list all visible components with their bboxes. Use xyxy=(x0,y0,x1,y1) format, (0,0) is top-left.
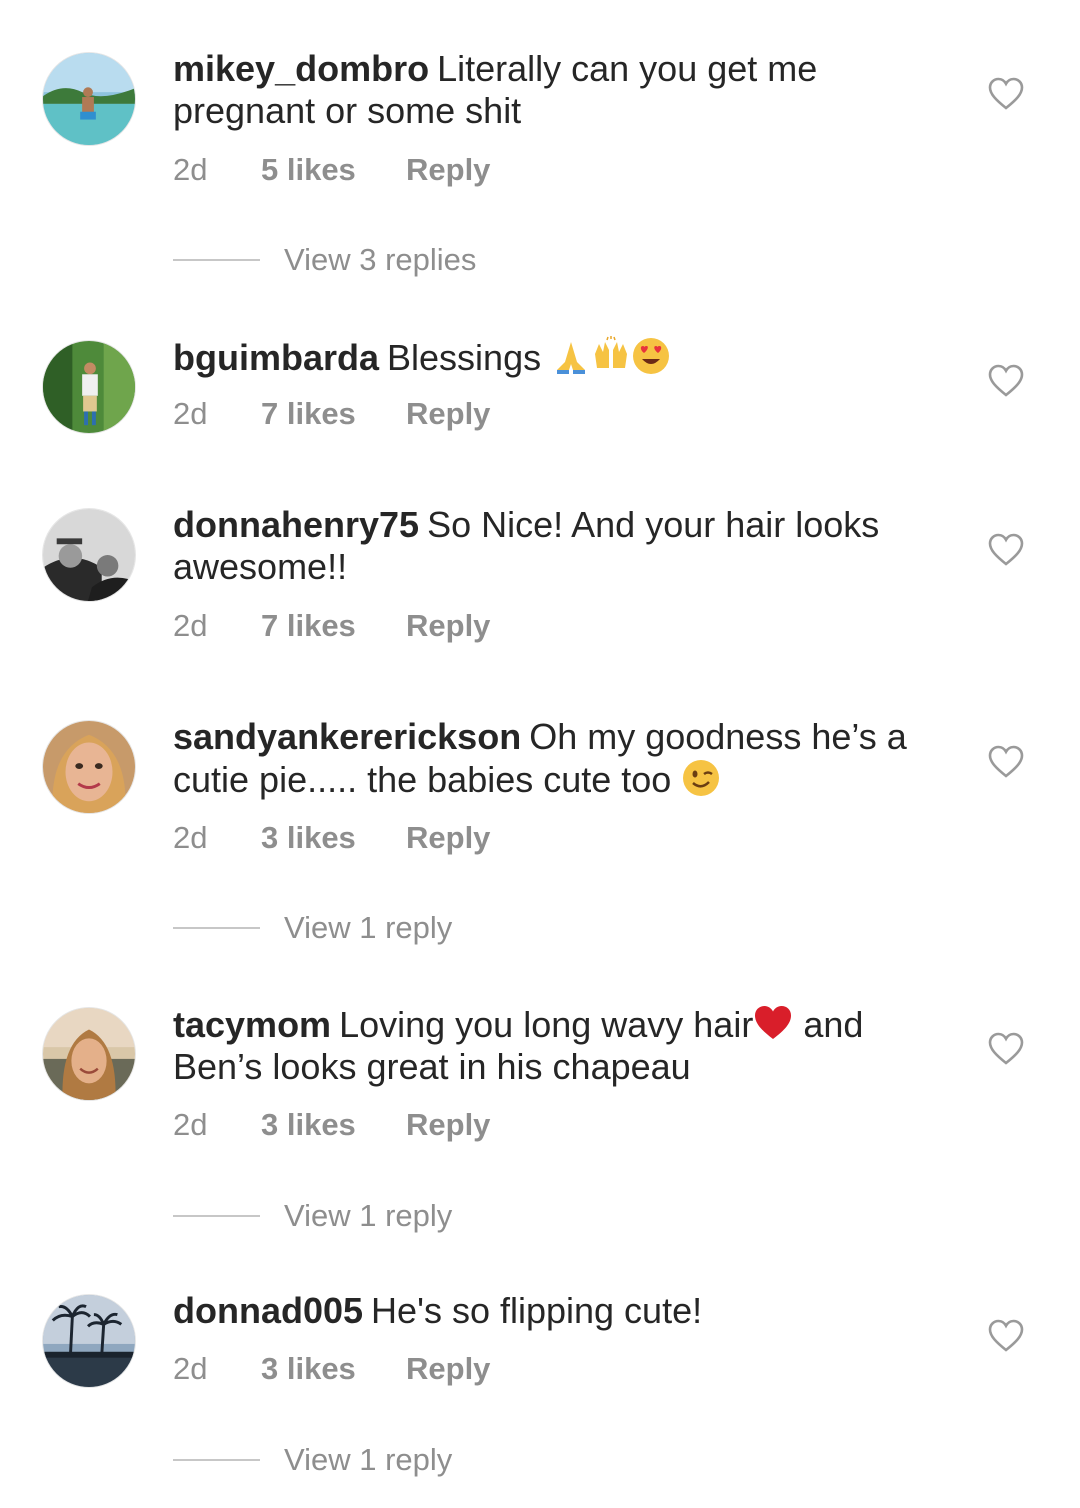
comment-likes[interactable]: 3 likes xyxy=(261,1349,356,1389)
comment-time: 2d xyxy=(173,1351,208,1386)
red-heart-emoji xyxy=(753,1003,793,1043)
comment-likes[interactable]: 7 likes xyxy=(261,394,356,434)
avatar[interactable] xyxy=(42,1007,136,1101)
comment-text: donnad005 He's so flipping cute! xyxy=(173,1290,913,1332)
view-replies-label[interactable]: View 1 reply xyxy=(284,1440,452,1480)
comment-text: donnahenry75 So Nice! And your hair looks… xyxy=(173,504,913,588)
comment-username[interactable]: donnad005 xyxy=(173,1290,363,1331)
divider-line xyxy=(173,259,260,261)
reply-button[interactable]: Reply xyxy=(406,818,490,858)
comment-username[interactable]: bguimbarda xyxy=(173,337,379,378)
comment-time: 2d xyxy=(173,1107,208,1142)
divider-line xyxy=(173,927,260,929)
avatar[interactable] xyxy=(42,52,136,146)
heart-outline-icon[interactable] xyxy=(988,364,1024,398)
comment-time: 2d xyxy=(173,152,208,187)
comment-likes[interactable]: 3 likes xyxy=(261,1105,356,1145)
avatar[interactable] xyxy=(42,340,136,434)
view-replies-label[interactable]: View 1 reply xyxy=(284,908,452,948)
reply-button[interactable]: Reply xyxy=(406,1349,490,1389)
view-replies-button[interactable]: View 3 replies xyxy=(173,240,493,280)
comment-username[interactable]: tacymom xyxy=(173,1004,331,1045)
comment-body: Blessings xyxy=(387,337,542,378)
comment-likes[interactable]: 5 likes xyxy=(261,150,356,190)
reply-button[interactable]: Reply xyxy=(406,606,490,646)
view-replies-button[interactable]: View 1 reply xyxy=(173,1440,473,1480)
comment-username[interactable]: mikey_dombro xyxy=(173,48,429,89)
comment-username[interactable]: donnahenry75 xyxy=(173,504,419,545)
reply-button[interactable]: Reply xyxy=(406,394,490,434)
comment-likes[interactable]: 7 likes xyxy=(261,606,356,646)
avatar[interactable] xyxy=(42,1294,136,1388)
heart-outline-icon[interactable] xyxy=(988,1319,1024,1353)
raising-hands-emoji xyxy=(591,336,631,376)
heart-eyes-emoji xyxy=(631,336,671,376)
heart-outline-icon[interactable] xyxy=(988,1032,1024,1066)
winking-face-emoji xyxy=(681,758,721,798)
heart-outline-icon[interactable] xyxy=(988,77,1024,111)
heart-outline-icon[interactable] xyxy=(988,533,1024,567)
comment-time: 2d xyxy=(173,820,208,855)
reply-button[interactable]: Reply xyxy=(406,1105,490,1145)
comment-body: Loving you long wavy hair xyxy=(339,1004,754,1045)
comment-text: bguimbarda Blessings xyxy=(173,336,913,379)
divider-line xyxy=(173,1215,260,1217)
view-replies-button[interactable]: View 1 reply xyxy=(173,1196,473,1236)
comment-time: 2d xyxy=(173,608,208,643)
comment-likes[interactable]: 3 likes xyxy=(261,818,356,858)
comment-time: 2d xyxy=(173,396,208,431)
comment-username[interactable]: sandyankererickson xyxy=(173,716,521,757)
heart-outline-icon[interactable] xyxy=(988,745,1024,779)
avatar[interactable] xyxy=(42,508,136,602)
view-replies-label[interactable]: View 1 reply xyxy=(284,1196,452,1236)
divider-line xyxy=(173,1459,260,1461)
avatar[interactable] xyxy=(42,720,136,814)
comment-body: He's so flipping cute! xyxy=(371,1290,703,1331)
view-replies-button[interactable]: View 1 reply xyxy=(173,908,473,948)
comment-text: tacymom Loving you long wavy hair and Ben… xyxy=(173,1003,913,1088)
view-replies-label[interactable]: View 3 replies xyxy=(284,240,476,280)
comment-text: sandyankererickson Oh my goodness he’s a … xyxy=(173,716,913,801)
reply-button[interactable]: Reply xyxy=(406,150,490,190)
folded-hands-emoji xyxy=(551,336,591,376)
comment-text: mikey_dombro Literally can you get me pre… xyxy=(173,48,913,132)
